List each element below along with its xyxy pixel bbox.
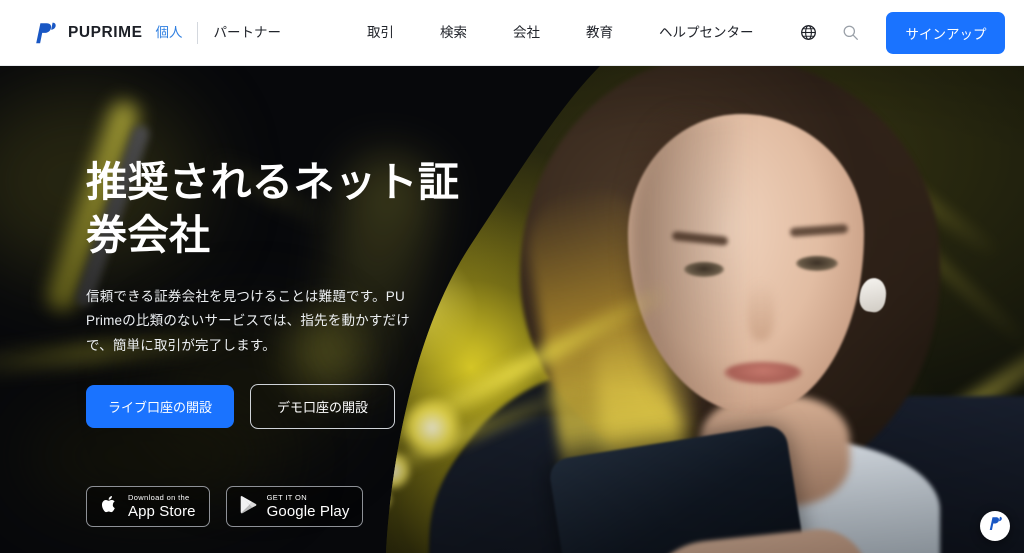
- apple-icon: [98, 493, 120, 520]
- app-store-badge-text: Download on the App Store: [128, 494, 196, 519]
- nav-tab-partner[interactable]: パートナー: [200, 0, 294, 66]
- nav-tab-personal[interactable]: 個人: [142, 0, 195, 66]
- brand-logo[interactable]: PUPRIME: [33, 20, 142, 46]
- nav-item-search[interactable]: 検索: [417, 0, 490, 66]
- nav-item-education[interactable]: 教育: [563, 0, 636, 66]
- brand-name: PUPRIME: [68, 23, 143, 41]
- audience-tabs: 個人 パートナー: [142, 0, 294, 66]
- nav-account-actions: サインアップ ログイン: [886, 11, 1024, 54]
- hero-content: 推奨されるネット証 券会社 信頼できる証券会社を見つけることは難題です。PU P…: [86, 66, 506, 553]
- hero-section: 推奨されるネット証 券会社 信頼できる証券会社を見つけることは難題です。PU P…: [0, 66, 1024, 553]
- google-play-badge[interactable]: GET IT ON Google Play: [225, 486, 364, 527]
- nav-item-company[interactable]: 会社: [490, 0, 563, 66]
- eye: [796, 256, 838, 271]
- audience-tab-personal-wrap: 個人: [142, 0, 195, 66]
- hero-title: 推奨されるネット証 券会社: [86, 159, 460, 259]
- signup-button[interactable]: サインアップ: [886, 11, 1006, 54]
- app-store-badge[interactable]: Download on the App Store: [86, 486, 210, 527]
- nav-item-help-center[interactable]: ヘルプセンター: [636, 0, 777, 66]
- open-demo-account-button[interactable]: デモ口座の開設: [250, 384, 396, 430]
- puprime-p-logo-icon: [33, 20, 59, 46]
- nose: [748, 281, 774, 341]
- top-navigation-bar: PUPRIME 個人 パートナー 取引 検索 会社 教育 ヘルプセンター サイン…: [0, 0, 1024, 66]
- audience-tab-partner-wrap: パートナー: [200, 0, 294, 66]
- open-live-account-button[interactable]: ライブ口座の開設: [86, 385, 235, 429]
- hero-cta-group: ライブ口座の開設 デモ口座の開設: [86, 384, 506, 430]
- nav-item-trading[interactable]: 取引: [344, 0, 417, 66]
- eye: [684, 262, 724, 277]
- google-play-badge-title: Google Play: [266, 502, 350, 520]
- puprime-p-logo-icon: [987, 515, 1004, 537]
- google-play-badge-text: GET IT ON Google Play: [267, 494, 350, 519]
- search-icon[interactable]: [840, 23, 860, 43]
- app-store-badge-eyebrow: Download on the: [128, 493, 190, 503]
- hero-subtitle: 信頼できる証券会社を見つけることは難題です。PU Primeの比類のないサービス…: [86, 288, 410, 353]
- page-root: PUPRIME 個人 パートナー 取引 検索 会社 教育 ヘルプセンター サイン…: [0, 0, 1024, 553]
- login-link[interactable]: ログイン: [1005, 23, 1024, 43]
- nav-divider: [197, 21, 199, 44]
- app-store-badge-title: App Store: [128, 502, 196, 520]
- globe-icon[interactable]: [798, 23, 818, 43]
- nav-menu: 取引 検索 会社 教育 ヘルプセンター: [344, 0, 777, 66]
- google-play-icon: [238, 494, 259, 520]
- floating-brand-button[interactable]: [980, 511, 1010, 541]
- google-play-badge-eyebrow: GET IT ON: [266, 493, 307, 503]
- lips: [724, 362, 802, 384]
- nav-icon-group: [798, 23, 860, 43]
- app-store-badges: Download on the App Store GET IT ON Goog…: [86, 486, 364, 527]
